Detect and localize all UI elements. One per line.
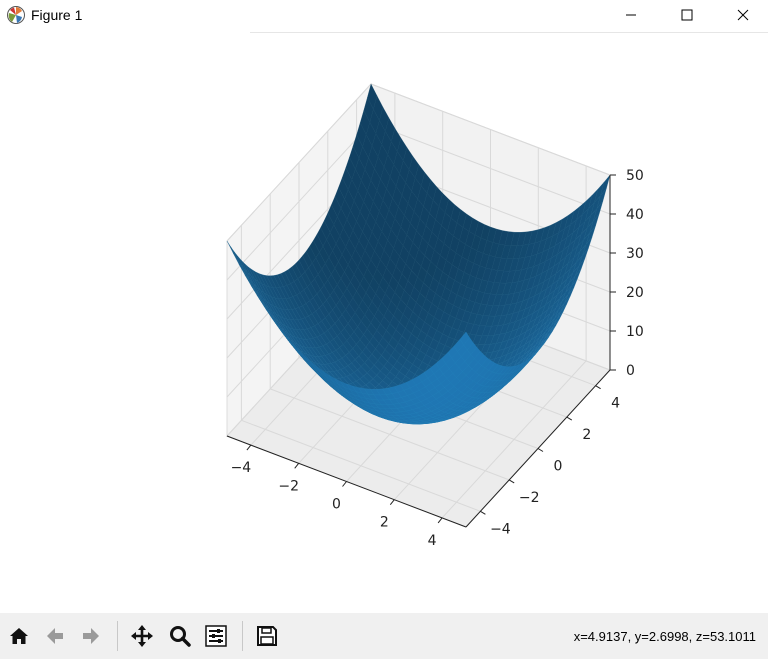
close-icon [737,9,749,21]
surface-plot[interactable]: −4−2024−4−202401020304050 [0,33,768,613]
y-tick-label: −2 [519,490,540,506]
matplotlib-icon [6,5,26,25]
x-tick [294,462,300,469]
maximize-button[interactable] [658,0,716,30]
back-icon [47,628,63,644]
configure-subplots-button[interactable] [201,621,231,651]
x-tick [246,444,252,451]
minimize-button[interactable] [602,0,660,30]
minimize-icon [626,14,636,16]
x-tick-label: 4 [428,533,437,549]
x-tick [437,517,443,524]
figure-canvas[interactable]: −4 −2 0 2 4 −4 −2 0 2 4 0 10 20 30 40 50 [0,33,768,613]
y-tick [566,416,573,421]
back-button[interactable] [40,621,70,651]
close-button[interactable] [714,0,768,30]
x-tick-label: 0 [332,497,341,513]
maximize-icon [681,9,693,21]
z-tick-label: 0 [626,363,635,379]
toolbar-separator [242,621,243,651]
y-tick [508,479,515,484]
x-tick [389,499,395,506]
x-tick-label: −2 [278,478,299,494]
zoom-button[interactable] [165,621,195,651]
pan-button[interactable] [127,621,157,651]
home-button[interactable] [4,621,34,651]
z-tick-label: 40 [626,207,644,223]
z-tick-label: 10 [626,324,644,340]
window-title: Figure 1 [31,7,83,23]
z-tick-label: 30 [626,246,644,262]
home-icon [10,628,28,644]
pan-icon [131,625,153,647]
toolbar-separator [117,621,118,651]
y-tick [595,385,601,390]
zoom-icon [170,626,191,647]
title-bar: Figure 1 [0,0,768,33]
x-tick-label: −4 [231,460,252,476]
z-tick-label: 20 [626,285,644,301]
forward-button[interactable] [76,621,106,651]
y-tick-label: −4 [490,521,511,537]
cursor-coordinates: x=4.9137, y=2.6998, z=53.1011 [573,629,756,644]
x-tick-label: 2 [380,515,389,531]
configure-subplots-icon [205,625,227,647]
z-tick-label: 50 [626,168,644,184]
y-tick-label: 2 [582,427,591,443]
y-tick-label: 0 [554,459,563,475]
y-tick-label: 4 [611,396,620,412]
save-button[interactable] [252,621,282,651]
y-tick [537,448,544,452]
navigation-toolbar: x=4.9137, y=2.6998, z=53.1011 [0,613,768,659]
save-icon [257,626,277,646]
y-tick [480,510,486,515]
x-tick [342,481,347,487]
forward-icon [83,628,99,644]
